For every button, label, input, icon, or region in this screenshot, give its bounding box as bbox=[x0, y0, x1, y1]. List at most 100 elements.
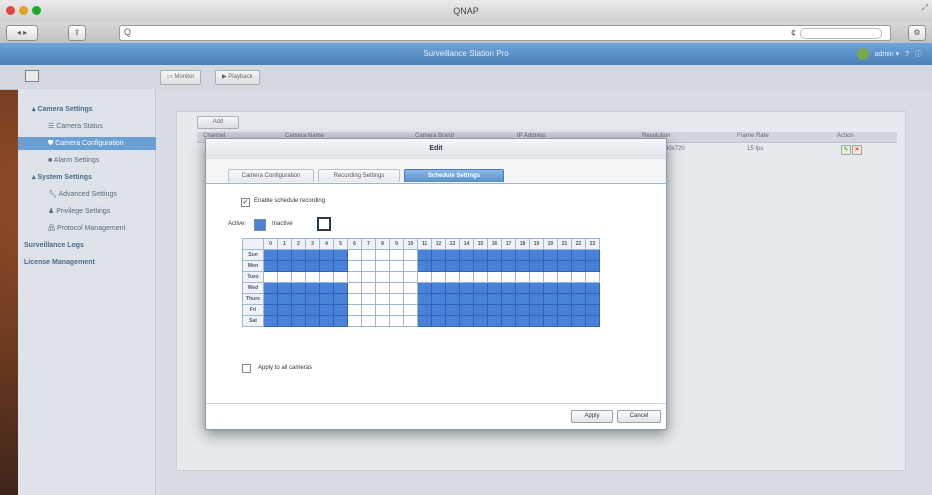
tab-schedule-settings[interactable]: Schedule Settings bbox=[404, 169, 504, 182]
schedule-cell[interactable] bbox=[417, 315, 432, 327]
schedule-cell[interactable] bbox=[417, 260, 432, 272]
schedule-cell[interactable] bbox=[319, 315, 334, 327]
schedule-cell[interactable] bbox=[501, 293, 516, 305]
hour-header[interactable]: 5 bbox=[333, 238, 348, 250]
cancel-button[interactable]: Cancel bbox=[617, 410, 661, 423]
schedule-cell[interactable] bbox=[571, 271, 586, 283]
schedule-cell[interactable] bbox=[361, 304, 376, 316]
schedule-cell[interactable] bbox=[347, 260, 362, 272]
schedule-cell[interactable] bbox=[291, 315, 306, 327]
schedule-cell[interactable] bbox=[333, 304, 348, 316]
schedule-cell[interactable] bbox=[529, 304, 544, 316]
schedule-cell[interactable] bbox=[543, 271, 558, 283]
schedule-cell[interactable] bbox=[263, 293, 278, 305]
schedule-cell[interactable] bbox=[291, 260, 306, 272]
schedule-cell[interactable] bbox=[529, 249, 544, 261]
hour-header[interactable]: 19 bbox=[529, 238, 544, 250]
schedule-cell[interactable] bbox=[403, 282, 418, 294]
schedule-cell[interactable] bbox=[277, 304, 292, 316]
schedule-cell[interactable] bbox=[375, 271, 390, 283]
schedule-cell[interactable] bbox=[459, 293, 474, 305]
settings-icon[interactable]: ⚙ bbox=[908, 25, 926, 41]
schedule-cell[interactable] bbox=[389, 304, 404, 316]
schedule-cell[interactable] bbox=[389, 293, 404, 305]
schedule-cell[interactable] bbox=[585, 260, 600, 272]
day-label[interactable]: Sat bbox=[242, 315, 264, 327]
schedule-cell[interactable] bbox=[361, 282, 376, 294]
schedule-cell[interactable] bbox=[291, 304, 306, 316]
enable-schedule-checkbox[interactable]: ✓ bbox=[241, 198, 250, 207]
schedule-cell[interactable] bbox=[459, 315, 474, 327]
fullscreen-icon[interactable]: ⤢ bbox=[922, 3, 928, 13]
schedule-cell[interactable] bbox=[333, 260, 348, 272]
delete-icon[interactable]: ✕ bbox=[852, 145, 862, 155]
hour-header[interactable]: 12 bbox=[431, 238, 446, 250]
schedule-cell[interactable] bbox=[417, 304, 432, 316]
reload-icon[interactable]: ¢ bbox=[791, 26, 796, 40]
day-label[interactable]: Sun bbox=[242, 249, 264, 261]
schedule-cell[interactable] bbox=[445, 249, 460, 261]
schedule-cell[interactable] bbox=[515, 293, 530, 305]
schedule-cell[interactable] bbox=[501, 304, 516, 316]
hour-header[interactable]: 11 bbox=[417, 238, 432, 250]
schedule-cell[interactable] bbox=[305, 304, 320, 316]
schedule-cell[interactable] bbox=[473, 304, 488, 316]
day-label[interactable]: Thurs bbox=[242, 293, 264, 305]
schedule-cell[interactable] bbox=[277, 271, 292, 283]
schedule-cell[interactable] bbox=[487, 315, 502, 327]
schedule-cell[interactable] bbox=[501, 271, 516, 283]
day-label[interactable]: Fri bbox=[242, 304, 264, 316]
schedule-cell[interactable] bbox=[375, 315, 390, 327]
user-label[interactable]: admin ▾ bbox=[875, 50, 900, 58]
hour-header[interactable]: 3 bbox=[305, 238, 320, 250]
schedule-cell[interactable] bbox=[557, 315, 572, 327]
schedule-cell[interactable] bbox=[375, 293, 390, 305]
schedule-cell[interactable] bbox=[277, 315, 292, 327]
schedule-cell[interactable] bbox=[319, 260, 334, 272]
schedule-cell[interactable] bbox=[543, 315, 558, 327]
schedule-cell[interactable] bbox=[361, 249, 376, 261]
hour-header[interactable]: 10 bbox=[403, 238, 418, 250]
schedule-cell[interactable] bbox=[263, 271, 278, 283]
tab-recording-settings[interactable]: Recording Settings bbox=[318, 169, 400, 182]
schedule-cell[interactable] bbox=[347, 293, 362, 305]
schedule-cell[interactable] bbox=[305, 249, 320, 261]
day-label[interactable]: Mon bbox=[242, 260, 264, 272]
schedule-cell[interactable] bbox=[431, 282, 446, 294]
hour-header[interactable]: 14 bbox=[459, 238, 474, 250]
schedule-cell[interactable] bbox=[445, 304, 460, 316]
user-menu[interactable]: admin ▾ ? ⓘ bbox=[856, 48, 922, 60]
schedule-cell[interactable] bbox=[557, 304, 572, 316]
schedule-cell[interactable] bbox=[319, 282, 334, 294]
schedule-cell[interactable] bbox=[389, 282, 404, 294]
day-label[interactable]: Wed bbox=[242, 282, 264, 294]
schedule-cell[interactable] bbox=[417, 293, 432, 305]
apply-button[interactable]: Apply bbox=[571, 410, 613, 423]
help-icon[interactable]: ? bbox=[905, 51, 909, 58]
hour-header[interactable]: 7 bbox=[361, 238, 376, 250]
schedule-cell[interactable] bbox=[403, 304, 418, 316]
schedule-cell[interactable] bbox=[291, 271, 306, 283]
schedule-cell[interactable] bbox=[305, 293, 320, 305]
hour-header[interactable]: 9 bbox=[389, 238, 404, 250]
schedule-cell[interactable] bbox=[305, 315, 320, 327]
schedule-cell[interactable] bbox=[347, 315, 362, 327]
schedule-cell[interactable] bbox=[403, 315, 418, 327]
schedule-cell[interactable] bbox=[571, 293, 586, 305]
schedule-cell[interactable] bbox=[543, 293, 558, 305]
hour-header[interactable]: 6 bbox=[347, 238, 362, 250]
schedule-cell[interactable] bbox=[305, 271, 320, 283]
search-field[interactable] bbox=[800, 28, 882, 39]
sidebar-item-camera-settings[interactable]: ▴ Camera Settings bbox=[18, 103, 169, 116]
schedule-cell[interactable] bbox=[515, 304, 530, 316]
schedule-cell[interactable] bbox=[319, 293, 334, 305]
schedule-cell[interactable] bbox=[333, 293, 348, 305]
schedule-cell[interactable] bbox=[543, 249, 558, 261]
hour-header[interactable]: 13 bbox=[445, 238, 460, 250]
edit-icon[interactable]: ✎ bbox=[841, 145, 851, 155]
hour-header[interactable]: 8 bbox=[375, 238, 390, 250]
schedule-cell[interactable] bbox=[417, 271, 432, 283]
schedule-cell[interactable] bbox=[445, 282, 460, 294]
schedule-cell[interactable] bbox=[445, 315, 460, 327]
schedule-cell[interactable] bbox=[585, 271, 600, 283]
